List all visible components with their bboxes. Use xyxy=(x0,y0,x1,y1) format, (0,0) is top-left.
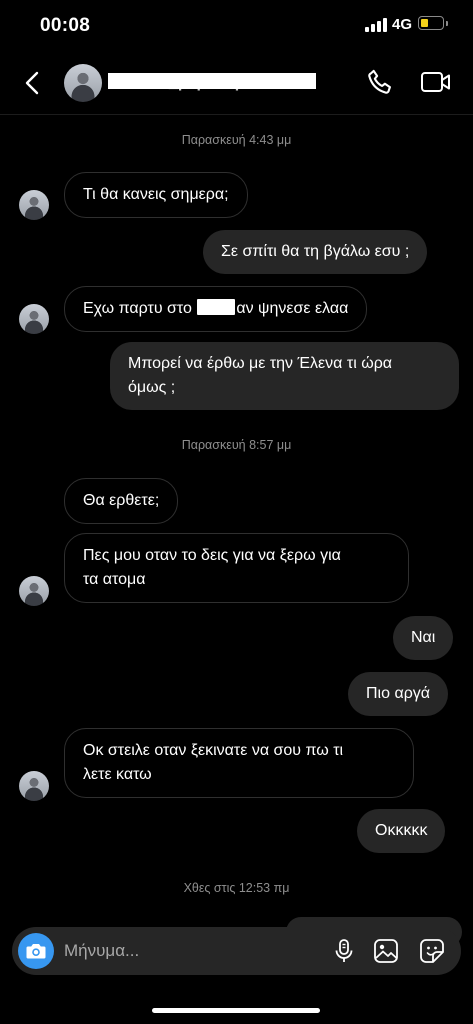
outgoing-message[interactable]: Οκκκκκ xyxy=(357,809,446,853)
username-redaction xyxy=(108,73,316,89)
message-text-part: αν ψηνεσε ελαα xyxy=(236,300,349,317)
incoming-message[interactable]: Πες μου οταν το δεις για να ξερω για τα … xyxy=(64,533,409,603)
message-line: Μπορεί να έρθω με την Έλενα τι ώρα xyxy=(128,355,393,372)
message-timestamp: Παρασκευή 8:57 μμ xyxy=(181,438,292,452)
incoming-message[interactable]: Τι θα κανεις σημερα; xyxy=(64,172,248,218)
message-input[interactable]: Μήνυμα... xyxy=(64,941,139,961)
battery-tip xyxy=(446,21,448,26)
incoming-message[interactable]: Εχω παρτυ στο αν ψηνεσε ελαα xyxy=(64,286,368,332)
incoming-message[interactable]: Θα ερθετε; xyxy=(64,478,179,524)
outgoing-message[interactable]: Μπορεί να έρθω με την Έλενα τι ώρα όμως … xyxy=(110,342,459,410)
sender-avatar[interactable] xyxy=(19,304,49,334)
message-line: τα ατομα xyxy=(83,571,146,588)
network-type: 4G xyxy=(392,16,413,33)
message-timestamp: Χθες στις 12:53 πμ xyxy=(183,881,290,895)
camera-button[interactable] xyxy=(18,933,54,969)
gallery-icon[interactable] xyxy=(372,937,400,965)
sender-avatar[interactable] xyxy=(19,771,49,801)
incoming-message[interactable]: Οκ στειλε οταν ξεκινατε να σου πω τι λετ… xyxy=(64,728,414,798)
text-redaction xyxy=(197,299,236,315)
video-camera-icon[interactable] xyxy=(420,68,452,96)
sender-avatar[interactable] xyxy=(19,190,49,220)
chat-header: markos_papadopoulos xyxy=(0,52,473,115)
header-avatar[interactable] xyxy=(64,64,102,102)
battery-icon xyxy=(418,16,444,30)
message-composer: Μήνυμα... xyxy=(12,927,461,975)
home-indicator xyxy=(152,1008,320,1013)
message-line: λετε κατω xyxy=(83,766,152,783)
status-bar: 00:08 4G xyxy=(0,0,473,50)
microphone-icon[interactable] xyxy=(330,937,358,965)
outgoing-message[interactable]: Ναι xyxy=(393,616,454,660)
message-line: Πες μου οταν το δεις για να ξερω για xyxy=(83,547,341,564)
message-text-part: Εχω παρτυ στο xyxy=(83,300,192,317)
outgoing-message[interactable]: Σε σπίτι θα τη βγάλω εσυ ; xyxy=(203,230,428,274)
sender-avatar[interactable] xyxy=(19,576,49,606)
phone-icon[interactable] xyxy=(366,68,394,96)
message-timestamp: Παρασκευή 4:43 μμ xyxy=(181,133,292,147)
sticker-icon[interactable] xyxy=(418,937,446,965)
chevron-left-icon[interactable] xyxy=(20,70,46,96)
camera-icon xyxy=(26,944,46,959)
message-line: όμως ; xyxy=(128,379,176,396)
outgoing-message[interactable]: Πιο αργά xyxy=(348,672,449,716)
status-time: 00:08 xyxy=(40,15,91,36)
message-line: Οκ στειλε οταν ξεκινατε να σου πω τι xyxy=(83,742,344,759)
signal-icon xyxy=(365,18,387,32)
battery-level xyxy=(421,19,428,27)
